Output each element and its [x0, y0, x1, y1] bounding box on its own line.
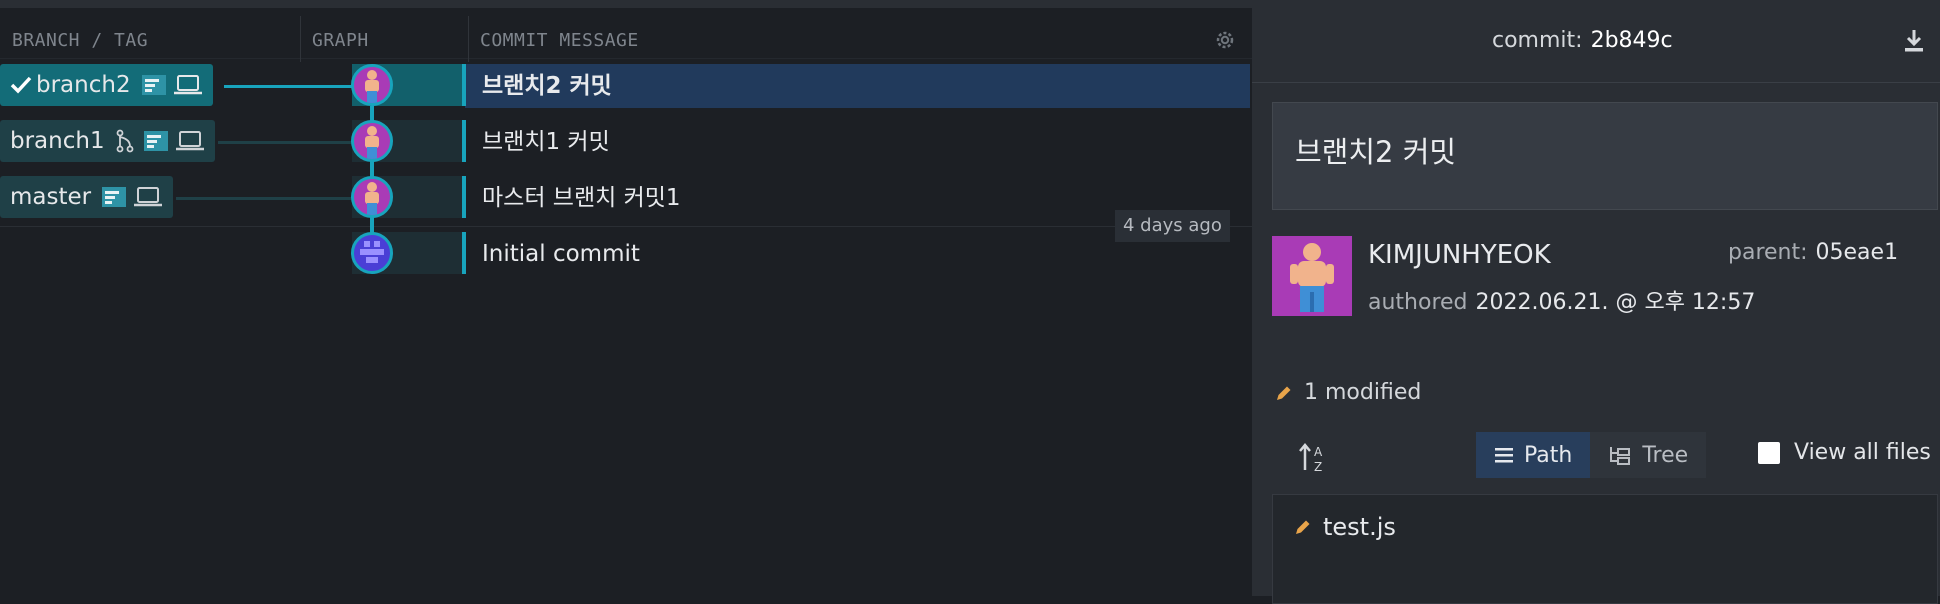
modified-count: 1 modified — [1274, 380, 1421, 405]
graph-header: BRANCH / TAG GRAPH COMMIT MESSAGE — [0, 8, 1252, 62]
branch-name: branch1 — [10, 128, 105, 154]
pencil-icon — [1296, 520, 1310, 534]
commit-message[interactable]: 브랜치1 커밋 — [482, 120, 610, 164]
commit-node-avatar[interactable] — [351, 64, 393, 106]
commit-row-marker — [462, 232, 466, 274]
gear-icon[interactable] — [1213, 28, 1237, 52]
avatar-icon — [365, 70, 379, 103]
authored-label: authored — [1368, 290, 1468, 315]
commit-graph-panel: BRANCH / TAG GRAPH COMMIT MESSAGE branch… — [0, 0, 1252, 596]
commit-label: commit: — [1492, 28, 1583, 53]
row-divider — [0, 226, 1252, 227]
parent-info: parent: 05eae1 — [1728, 240, 1898, 265]
parent-label: parent: — [1728, 240, 1808, 265]
pull-request-icon — [116, 129, 133, 153]
file-item[interactable]: test.js — [1293, 513, 1396, 541]
view-all-files-label: View all files — [1794, 440, 1931, 465]
commit-message[interactable]: 마스터 브랜치 커밋1 — [482, 176, 681, 220]
parent-sha[interactable]: 05eae1 — [1816, 240, 1899, 265]
branch-name: master — [10, 184, 92, 210]
branch-connector — [176, 197, 354, 200]
commit-row-marker — [462, 64, 466, 106]
commit-id: commit: 2b849c — [1492, 28, 1673, 53]
svg-text:A: A — [1314, 445, 1323, 459]
branch-connector — [224, 85, 354, 88]
branch-label-branch2[interactable]: branch2 — [0, 64, 213, 106]
view-all-files-option[interactable]: View all files — [1758, 440, 1931, 465]
commit-row-marker — [462, 176, 466, 218]
branch-label-master[interactable]: master — [0, 176, 174, 218]
column-header-commit-message[interactable]: COMMIT MESSAGE — [480, 16, 639, 66]
laptop-icon — [173, 75, 202, 95]
local-branch-icon — [143, 131, 168, 151]
authored-date: 2022.06.21. @ 오후 12:57 — [1475, 290, 1756, 315]
pencil-icon — [1277, 386, 1291, 400]
author-name: KIMJUNHYEOK — [1368, 240, 1551, 270]
file-name: test.js — [1323, 513, 1396, 541]
list-icon — [1495, 448, 1513, 463]
download-icon[interactable] — [1902, 28, 1926, 54]
branch-name: branch2 — [36, 72, 131, 98]
path-label: Path — [1524, 442, 1573, 468]
top-strip — [0, 0, 1252, 8]
local-branch-icon — [141, 75, 166, 95]
sort-az-icon[interactable]: A Z — [1296, 440, 1332, 476]
commit-message[interactable]: 브랜치2 커밋 — [482, 64, 612, 108]
authored-info: authored 2022.06.21. @ 오후 12:57 — [1368, 284, 1755, 316]
tree-icon — [1610, 447, 1631, 465]
column-header-graph[interactable]: GRAPH — [312, 16, 369, 66]
laptop-icon — [134, 187, 163, 207]
avatar-icon — [365, 182, 379, 215]
commit-node-avatar[interactable] — [351, 120, 393, 162]
local-branch-icon — [102, 187, 127, 207]
laptop-icon — [175, 131, 204, 151]
branch-label-branch1[interactable]: branch1 — [0, 120, 215, 162]
column-divider[interactable] — [300, 16, 301, 62]
file-list: test.js — [1272, 494, 1938, 604]
commit-row-marker — [462, 120, 466, 162]
relative-time-tooltip: 4 days ago — [1115, 210, 1230, 242]
commit-message[interactable]: Initial commit — [482, 232, 640, 276]
commit-sha[interactable]: 2b849c — [1591, 28, 1673, 53]
branch-connector — [218, 141, 354, 144]
commit-node-avatar[interactable] — [351, 176, 393, 218]
column-divider[interactable] — [468, 16, 469, 62]
check-icon — [10, 76, 32, 94]
modified-text: 1 modified — [1304, 380, 1422, 405]
avatar-icon — [1290, 243, 1334, 312]
path-view-button[interactable]: Path — [1476, 432, 1591, 478]
svg-text:Z: Z — [1314, 460, 1322, 474]
commit-summary[interactable]: 브랜치2 커밋 — [1272, 102, 1938, 210]
view-all-files-checkbox[interactable] — [1758, 441, 1780, 464]
commit-node-avatar[interactable] — [351, 232, 393, 274]
tree-label: Tree — [1642, 442, 1689, 468]
avatar-icon — [365, 126, 379, 159]
author-avatar — [1272, 236, 1352, 316]
column-header-branch-tag[interactable]: BRANCH / TAG — [12, 16, 148, 66]
commit-details-header: commit: 2b849c — [1252, 0, 1940, 83]
identicon-icon — [360, 241, 384, 263]
tree-view-button[interactable]: Tree — [1590, 432, 1707, 478]
commit-details-panel: commit: 2b849c 브랜치2 커밋 KIMJUNHYEOK author… — [1252, 0, 1940, 604]
view-mode-toggle: Path Tree — [1476, 432, 1707, 478]
